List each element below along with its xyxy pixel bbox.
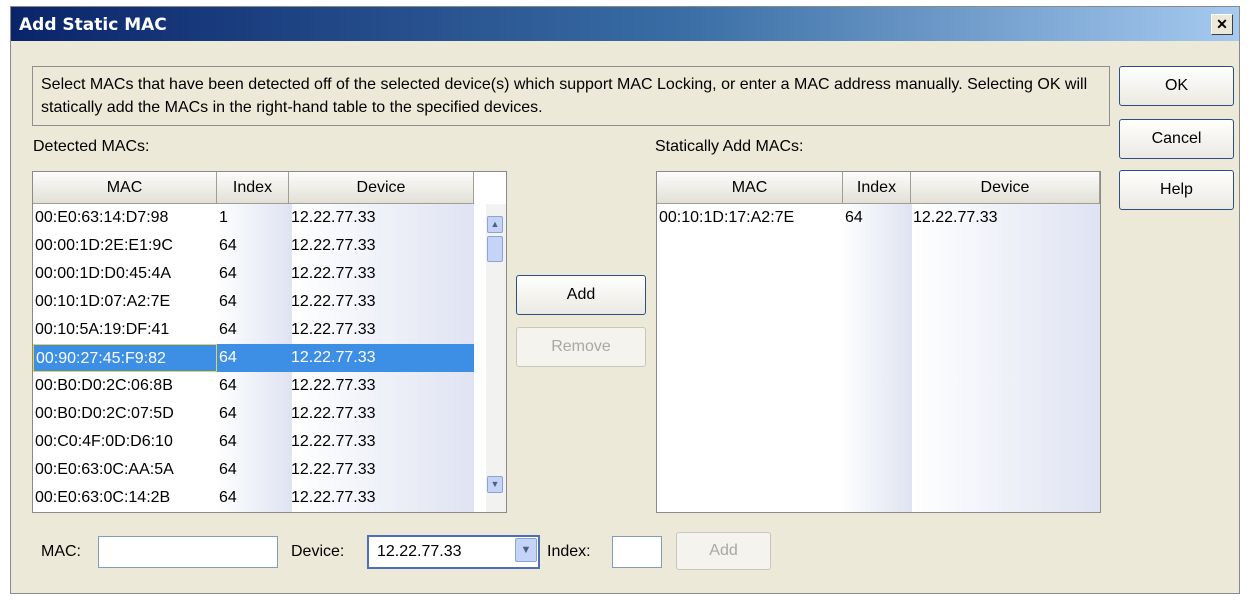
cell-device: 12.22.77.33 — [291, 433, 376, 450]
cell-device: 12.22.77.33 — [289, 344, 474, 372]
remove-button[interactable]: Remove — [516, 327, 646, 367]
device-label: Device: — [291, 543, 345, 560]
device-select[interactable]: 12.22.77.33 ▼ — [367, 535, 540, 569]
window-title: Add Static MAC — [19, 15, 167, 35]
cell-device: 12.22.77.33 — [291, 377, 376, 394]
manual-add-button[interactable]: Add — [676, 532, 771, 570]
index-input[interactable] — [612, 536, 662, 568]
column-header-device[interactable]: Device — [289, 172, 474, 204]
static-table-header: MAC Index Device — [657, 172, 1100, 204]
scrollbar-thumb[interactable] — [487, 236, 503, 262]
cell-mac: 00:10:5A:19:DF:41 — [35, 321, 170, 338]
cell-mac: 00:E0:63:0C:AA:5A — [35, 461, 174, 478]
cell-device: 12.22.77.33 — [291, 293, 376, 310]
chevron-down-icon: ▼ — [490, 479, 500, 489]
cell-mac: 00:90:27:45:F9:82 — [33, 344, 217, 372]
cell-device: 12.22.77.33 — [291, 265, 376, 282]
table-row[interactable]: 00:10:1D:07:A2:7E 64 12.22.77.33 — [33, 288, 474, 316]
ok-button[interactable]: OK — [1119, 66, 1234, 106]
table-row[interactable]: 00:B0:D0:2C:06:8B 64 12.22.77.33 — [33, 372, 474, 400]
cell-index: 1 — [219, 209, 228, 226]
cell-device: 12.22.77.33 — [291, 209, 376, 226]
table-row[interactable]: 00:E0:63:0C:14:2B 64 12.22.77.33 — [33, 484, 474, 512]
table-row[interactable]: 00:E0:63:0C:AA:5A 64 12.22.77.33 — [33, 456, 474, 484]
scroll-up-button[interactable]: ▲ — [487, 216, 503, 233]
static-table-body: 00:10:1D:17:A2:7E 64 12.22.77.33 — [657, 204, 1100, 232]
detected-table-header: MAC Index Device — [33, 172, 474, 204]
close-icon: ✕ — [1216, 16, 1228, 32]
cell-device: 12.22.77.33 — [291, 489, 376, 506]
table-row[interactable]: 00:E0:63:14:D7:98 1 12.22.77.33 — [33, 204, 474, 232]
static-macs-label: Statically Add MACs: — [655, 138, 804, 155]
cell-index: 64 — [217, 344, 289, 372]
cell-index: 64 — [219, 377, 237, 394]
table-row[interactable]: 00:C0:4F:0D:D6:10 64 12.22.77.33 — [33, 428, 474, 456]
table-row[interactable]: 00:10:1D:17:A2:7E 64 12.22.77.33 — [657, 204, 1100, 232]
device-select-value: 12.22.77.33 — [377, 543, 462, 560]
cell-index: 64 — [845, 209, 863, 226]
instructions-box: Select MACs that have been detected off … — [32, 66, 1110, 126]
column-header-mac[interactable]: MAC — [657, 172, 843, 204]
close-button[interactable]: ✕ — [1211, 14, 1233, 35]
cell-index: 64 — [219, 265, 237, 282]
column-header-device[interactable]: Device — [911, 172, 1100, 204]
detected-table-body: 00:E0:63:14:D7:98 1 12.22.77.33 00:00:1D:2E… — [33, 204, 474, 512]
cell-mac: 00:C0:4F:0D:D6:10 — [35, 433, 173, 450]
cell-device: 12.22.77.33 — [291, 237, 376, 254]
scroll-down-button[interactable]: ▼ — [487, 476, 503, 493]
mac-input[interactable] — [98, 536, 278, 568]
cell-mac: 00:B0:D0:2C:06:8B — [35, 377, 173, 394]
cell-mac: 00:E0:63:14:D7:98 — [35, 209, 169, 226]
cell-device: 12.22.77.33 — [913, 209, 998, 226]
index-label: Index: — [547, 543, 591, 560]
cell-mac: 00:00:1D:D0:45:4A — [35, 265, 172, 282]
cell-mac: 00:E0:63:0C:14:2B — [35, 489, 171, 506]
add-button[interactable]: Add — [516, 275, 646, 315]
mac-label: MAC: — [41, 543, 81, 560]
help-button[interactable]: Help — [1119, 170, 1234, 210]
chevron-up-icon: ▲ — [490, 219, 500, 229]
detected-macs-label: Detected MACs: — [33, 138, 150, 155]
cell-index: 64 — [219, 237, 237, 254]
cell-mac: 00:00:1D:2E:E1:9C — [35, 237, 173, 254]
static-macs-table: MAC Index Device 00:10:1D:17:A2:7E 64 12.2… — [656, 171, 1101, 513]
table-row[interactable]: 00:10:5A:19:DF:41 64 12.22.77.33 — [33, 316, 474, 344]
column-header-index[interactable]: Index — [843, 172, 911, 204]
cell-device: 12.22.77.33 — [291, 405, 376, 422]
instructions-text: Select MACs that have been detected off … — [41, 76, 1088, 116]
chevron-down-icon[interactable]: ▼ — [515, 538, 537, 562]
table-row[interactable]: 00:90:27:45:F9:82 64 12.22.77.33 — [33, 344, 474, 372]
cell-device: 12.22.77.33 — [291, 321, 376, 338]
detected-macs-table: MAC Index Device 00:E0:63:14:D7:98 1 12.22… — [32, 171, 507, 513]
table-row[interactable]: 00:00:1D:D0:45:4A 64 12.22.77.33 — [33, 260, 474, 288]
detected-scrollbar[interactable]: ▲ ▼ — [486, 204, 506, 512]
cell-mac: 00:10:1D:17:A2:7E — [659, 209, 795, 226]
cell-mac: 00:10:1D:07:A2:7E — [35, 293, 171, 310]
cell-index: 64 — [219, 293, 237, 310]
title-bar[interactable]: Add Static MAC ✕ — [11, 7, 1239, 41]
cell-index: 64 — [219, 489, 237, 506]
table-row[interactable]: 00:00:1D:2E:E1:9C 64 12.22.77.33 — [33, 232, 474, 260]
cell-index: 64 — [219, 405, 237, 422]
add-static-mac-dialog: Add Static MAC ✕ Select MACs that have b… — [10, 6, 1240, 594]
cell-index: 64 — [219, 321, 237, 338]
cell-mac: 00:B0:D0:2C:07:5D — [35, 405, 174, 422]
cell-index: 64 — [219, 461, 237, 478]
cancel-button[interactable]: Cancel — [1119, 119, 1234, 159]
cell-index: 64 — [219, 433, 237, 450]
column-header-index[interactable]: Index — [217, 172, 289, 204]
column-header-mac[interactable]: MAC — [33, 172, 217, 204]
table-row[interactable]: 00:B0:D0:2C:07:5D 64 12.22.77.33 — [33, 400, 474, 428]
cell-device: 12.22.77.33 — [291, 461, 376, 478]
